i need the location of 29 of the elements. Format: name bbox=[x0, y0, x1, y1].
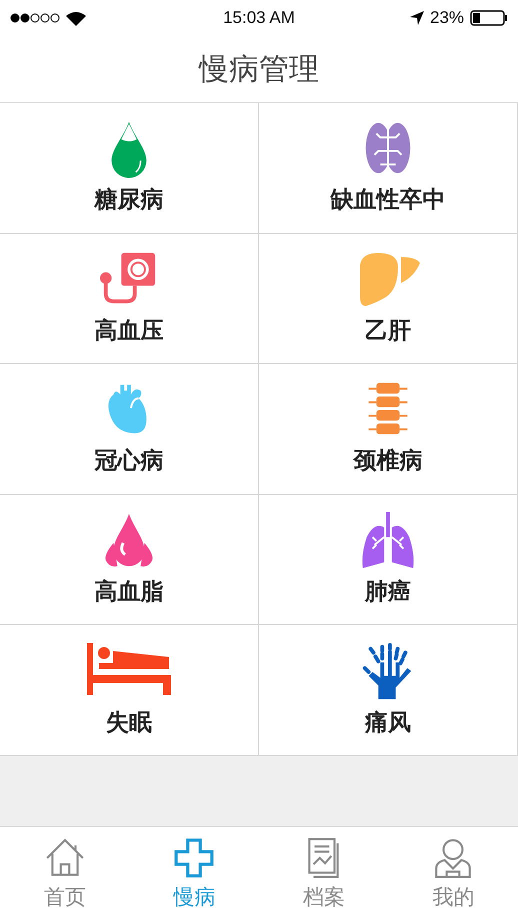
clock-time: 15:03 AM bbox=[223, 8, 295, 28]
disease-tile[interactable]: 冠心病 bbox=[0, 364, 259, 495]
disease-tile[interactable]: 乙肝 bbox=[259, 234, 518, 364]
location-arrow-icon bbox=[410, 11, 424, 25]
page-title: 慢病管理 bbox=[199, 50, 319, 88]
disease-tile[interactable]: 高血压 bbox=[0, 234, 259, 364]
home-icon bbox=[44, 836, 86, 878]
signal-icon bbox=[10, 13, 60, 23]
disease-tile[interactable]: 失眠 bbox=[0, 625, 259, 756]
disease-label: 颈椎病 bbox=[354, 447, 422, 476]
battery-icon bbox=[470, 10, 508, 26]
medical-cross-icon bbox=[173, 836, 216, 878]
disease-tile[interactable]: 颈椎病 bbox=[259, 364, 518, 495]
disease-label: 缺血性卒中 bbox=[330, 186, 446, 216]
disease-label: 高血压 bbox=[94, 316, 164, 346]
disease-label: 痛风 bbox=[365, 708, 411, 738]
disease-tile[interactable]: 缺血性卒中 bbox=[259, 103, 518, 234]
disease-label: 肺癌 bbox=[365, 578, 411, 608]
disease-label: 高血脂 bbox=[94, 578, 164, 608]
wifi-icon bbox=[66, 10, 86, 26]
disease-tile[interactable]: 糖尿病 bbox=[0, 103, 259, 234]
battery-percentage: 23% bbox=[430, 8, 464, 28]
disease-tile[interactable]: 肺癌 bbox=[259, 494, 518, 626]
disease-label: 失眠 bbox=[106, 708, 152, 738]
disease-label: 乙肝 bbox=[365, 316, 411, 346]
disease-tile[interactable]: 痛风 bbox=[259, 625, 518, 756]
disease-label: 糖尿病 bbox=[94, 186, 164, 216]
disease-tile[interactable]: 高血脂 bbox=[0, 494, 259, 626]
disease-label: 冠心病 bbox=[94, 447, 164, 476]
